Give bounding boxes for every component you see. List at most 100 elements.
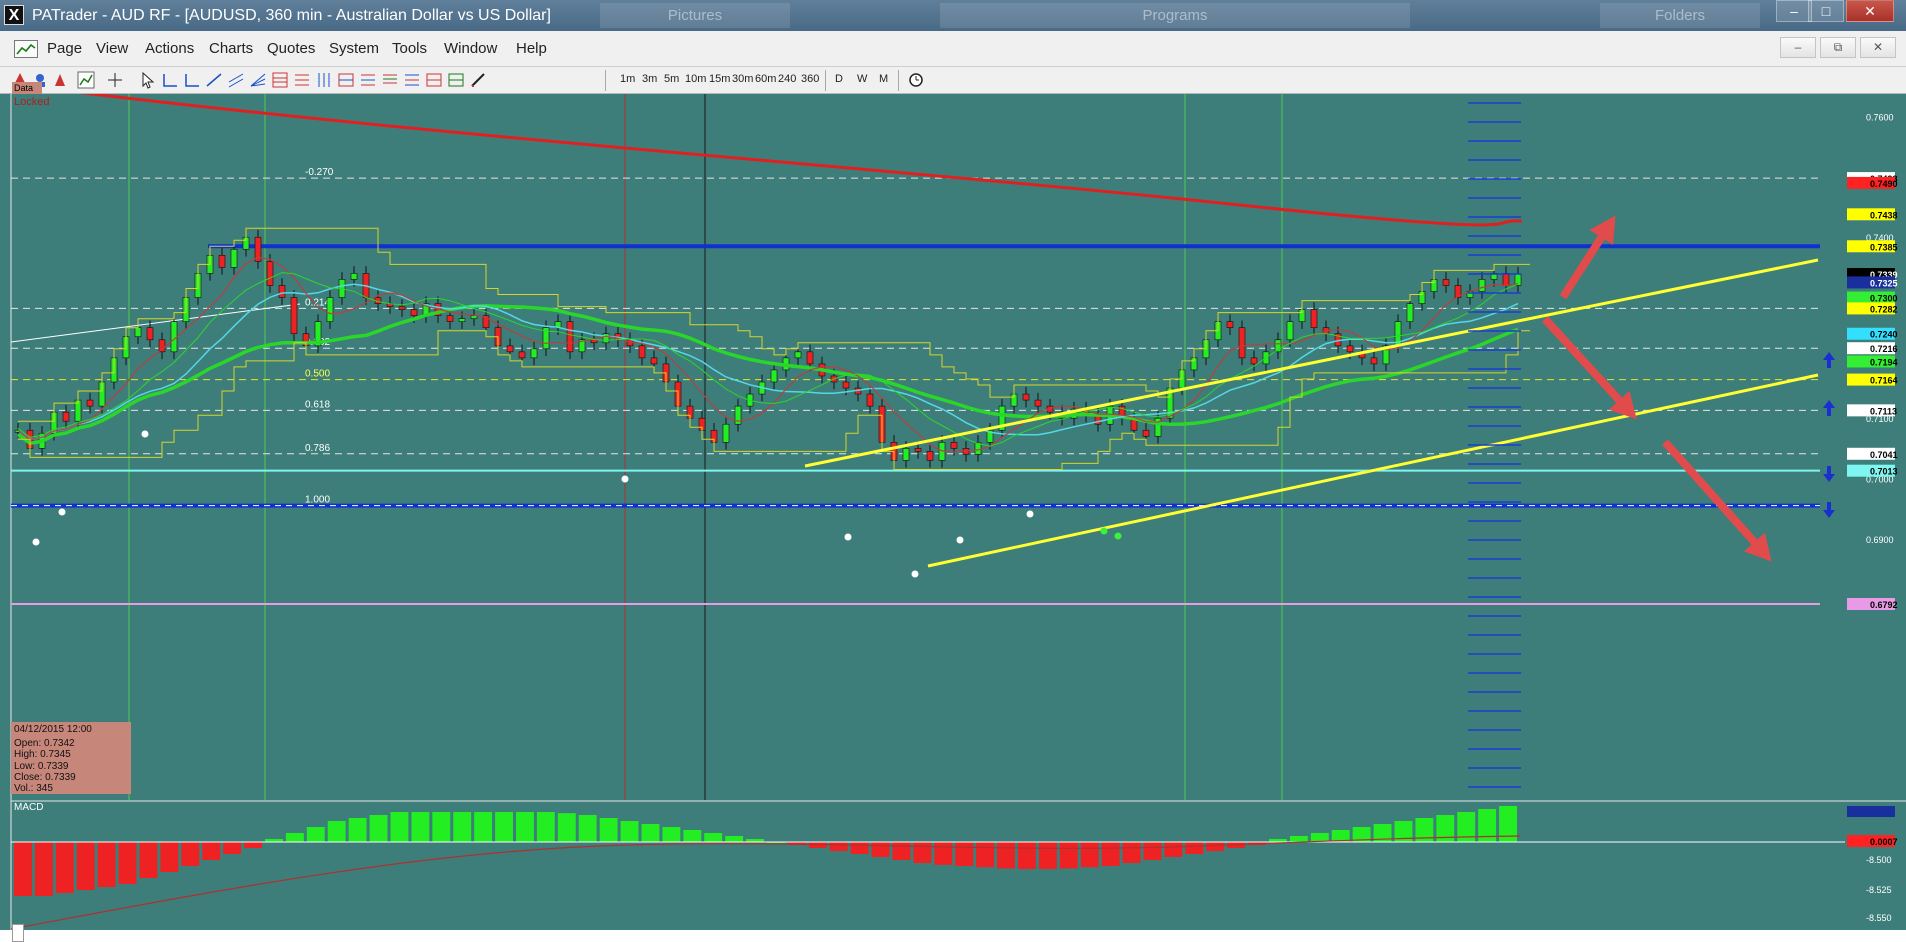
- candle-body: [1226, 321, 1234, 329]
- pointer-icon[interactable]: [138, 70, 158, 90]
- signal-dot: [844, 533, 852, 541]
- minimize-icon[interactable]: –: [1776, 0, 1812, 22]
- timeframe-3m[interactable]: 3m: [642, 73, 657, 85]
- timeframe-360[interactable]: 360: [801, 73, 819, 85]
- horizontal-line-icon[interactable]: [160, 70, 180, 90]
- menu-page[interactable]: Page: [47, 40, 82, 57]
- window-title: PATrader - AUD RF - [AUDUSD, 360 min - A…: [32, 7, 551, 24]
- candle-body: [638, 345, 646, 359]
- timeframe-30m[interactable]: 30m: [732, 73, 753, 85]
- macd-bar: [1059, 842, 1078, 869]
- background-tab-programs: Programs: [940, 3, 1410, 28]
- macd-bar: [76, 842, 95, 890]
- candle-body: [1370, 357, 1378, 365]
- mdi-restore-icon[interactable]: ⧉: [1820, 37, 1856, 58]
- timeframe-m[interactable]: M: [879, 73, 888, 85]
- elliott-wave-icon[interactable]: [380, 70, 400, 90]
- fib-level-label: 0.618: [305, 399, 330, 410]
- clock-icon[interactable]: [906, 70, 926, 90]
- timeframe-5m[interactable]: 5m: [664, 73, 679, 85]
- macd-bar: [118, 842, 137, 884]
- candle-body: [950, 442, 958, 449]
- maximize-icon[interactable]: □: [1808, 0, 1844, 22]
- candle-body: [590, 339, 598, 344]
- mdi-minimize-icon[interactable]: –: [1780, 37, 1816, 58]
- fibonacci-extension-icon[interactable]: [292, 70, 312, 90]
- gann-icon[interactable]: [358, 70, 378, 90]
- timeframe-w[interactable]: W: [857, 73, 867, 85]
- macd-bar: [536, 812, 555, 842]
- macd-bar: [411, 812, 430, 842]
- menu-actions[interactable]: Actions: [145, 40, 194, 57]
- candle-body: [218, 255, 226, 268]
- timeframe-d[interactable]: D: [835, 73, 843, 85]
- horizontal-scrollbar[interactable]: [0, 930, 1906, 942]
- pitchfork-icon[interactable]: [336, 70, 356, 90]
- indicator-a-icon[interactable]: [50, 70, 70, 90]
- pencil-icon[interactable]: [468, 70, 488, 90]
- menu-system[interactable]: System: [329, 40, 379, 57]
- trendline-icon[interactable]: [204, 70, 224, 90]
- price-chart[interactable]: -0.618-0.2700.2140.3820.5000.6180.7861.0…: [0, 94, 1906, 942]
- app-logo-icon[interactable]: X: [4, 5, 24, 25]
- menu-window[interactable]: Window: [444, 40, 497, 57]
- candle-body: [506, 345, 514, 353]
- chart-area[interactable]: -0.618-0.2700.2140.3820.5000.6180.7861.0…: [0, 82, 1906, 942]
- fan-icon[interactable]: [248, 70, 268, 90]
- candle-body: [530, 348, 538, 359]
- timeframe-240[interactable]: 240: [778, 73, 796, 85]
- menu-tools[interactable]: Tools: [392, 40, 427, 57]
- andrews-icon[interactable]: [446, 70, 466, 90]
- candle-body: [914, 448, 922, 452]
- timeframe-1m[interactable]: 1m: [620, 73, 635, 85]
- square-icon[interactable]: [424, 70, 444, 90]
- cycle-icon[interactable]: [402, 70, 422, 90]
- price-label: 0.7113: [1870, 406, 1897, 416]
- macd-bar: [453, 812, 472, 842]
- macd-tick-label: -8.500: [1866, 855, 1892, 865]
- menu-help[interactable]: Help: [516, 40, 547, 57]
- price-label: 0.7013: [1870, 467, 1898, 477]
- close-icon[interactable]: ✕: [1846, 0, 1894, 22]
- vertical-line-icon[interactable]: [182, 70, 202, 90]
- channel-icon[interactable]: [226, 70, 246, 90]
- mdi-close-icon[interactable]: ✕: [1860, 37, 1896, 58]
- candle-body: [1310, 309, 1318, 329]
- macd-bar: [683, 830, 702, 842]
- toolbar-separator: [605, 70, 606, 91]
- candle-body: [722, 423, 730, 443]
- macd-bar: [432, 812, 451, 842]
- menu-quotes[interactable]: Quotes: [267, 40, 315, 57]
- price-label: 0.7300: [1870, 294, 1898, 304]
- menu-charts[interactable]: Charts: [209, 40, 253, 57]
- signal-dot: [141, 430, 149, 438]
- macd-bar: [181, 842, 200, 866]
- menu-view[interactable]: View: [96, 40, 128, 57]
- crosshair-icon[interactable]: [105, 70, 125, 90]
- macd-bar: [474, 812, 493, 842]
- macd-bar: [160, 842, 179, 872]
- signal-dot-green: [1114, 532, 1122, 540]
- macd-bar: [1080, 842, 1099, 868]
- fibonacci-retracement-icon[interactable]: [270, 70, 290, 90]
- patrader-window: X PATrader - AUD RF - [AUDUSD, 360 min -…: [0, 0, 1906, 942]
- timeframe-60m[interactable]: 60m: [755, 73, 776, 85]
- info-open: Open: 0.7342: [14, 738, 75, 750]
- line-chart-icon[interactable]: [76, 70, 96, 90]
- fibonacci-time-icon[interactable]: [314, 70, 334, 90]
- timeframe-15m[interactable]: 15m: [709, 73, 730, 85]
- chart-app-icon[interactable]: [14, 40, 38, 58]
- macd-bar: [97, 842, 116, 887]
- candle-body: [926, 451, 934, 461]
- candle-body: [1286, 321, 1294, 341]
- timeframe-10m[interactable]: 10m: [685, 73, 706, 85]
- price-label: 0.7385: [1870, 242, 1898, 252]
- price-label: 0.7325: [1870, 278, 1898, 288]
- scroll-thumb[interactable]: [12, 924, 24, 942]
- macd-tick-label: -8.525: [1866, 885, 1892, 895]
- info-volume: Vol.: 345: [14, 783, 53, 795]
- background-tab-pictures: Pictures: [600, 3, 790, 28]
- candle-body: [1034, 399, 1042, 407]
- macd-label-box-blue: [1847, 806, 1895, 817]
- signal-dot: [1026, 510, 1034, 518]
